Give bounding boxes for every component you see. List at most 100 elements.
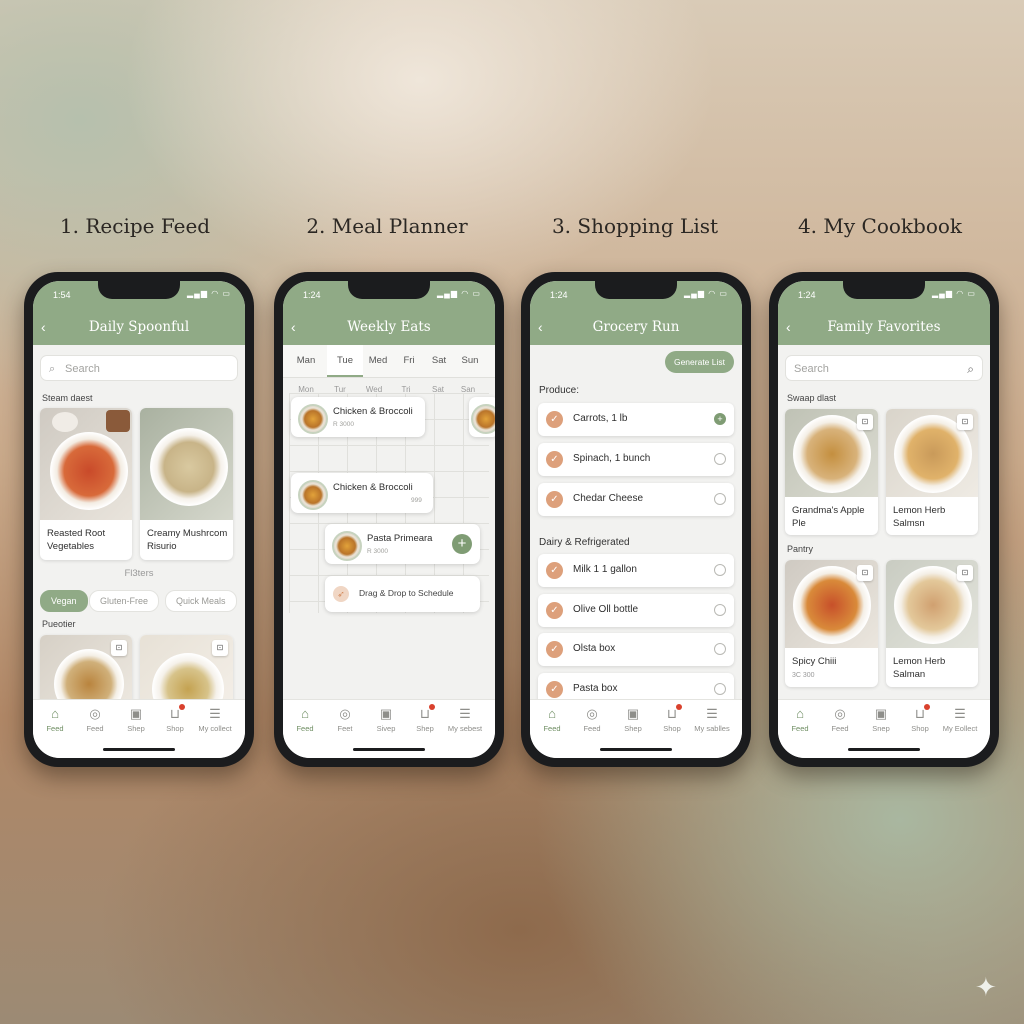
filter-chip-vegan[interactable]: Vegan xyxy=(40,590,88,612)
generate-list-button[interactable]: Generate List xyxy=(664,351,734,373)
section-label: Swaap dlast xyxy=(787,393,837,403)
bookmark-icon[interactable]: ⊡ xyxy=(111,640,127,656)
day-tab[interactable]: Med xyxy=(363,355,393,366)
tab-my-collection[interactable]: ☰ My sablles xyxy=(692,706,732,733)
tab-feed-2[interactable]: ◎ Feed xyxy=(75,706,115,733)
tab-shop[interactable]: ⊔ Shop xyxy=(900,704,940,733)
meal-card[interactable]: Chicken & Broccoli 999 xyxy=(291,473,433,513)
meal-card-partial[interactable] xyxy=(469,397,495,437)
recipe-card[interactable]: ⊡ Lemon Herb Salmsn xyxy=(886,409,978,535)
status-icons: ▂▄▆ ◠ ▭ xyxy=(187,289,231,298)
toggle-radio[interactable] xyxy=(714,453,726,465)
shopping-item[interactable]: ✓ Chedar Cheese xyxy=(538,483,734,516)
tab-my-collection[interactable]: ☰ My Eollect xyxy=(940,706,980,733)
notch xyxy=(843,281,925,299)
recipe-card[interactable]: Reasted Root Vegetables xyxy=(40,408,132,560)
item-name: Carrots, 1 lb xyxy=(573,413,628,424)
cart-icon: ⊔ xyxy=(666,706,678,721)
recipe-image xyxy=(40,408,132,520)
bookmark-icon[interactable]: ⊡ xyxy=(212,640,228,656)
shopping-item[interactable]: ✓ Carrots, 1 lb + xyxy=(538,403,734,436)
tab-bar: ⌂ Feed ◎ Feed ▣ Shep ⊔ Shop ☰ My sablles xyxy=(530,699,742,758)
bookmark-icon[interactable]: ⊡ xyxy=(857,414,873,430)
tab-feed[interactable]: ⌂ Feed xyxy=(780,706,820,733)
cart-icon: ⊔ xyxy=(914,706,926,721)
recipe-meta: 3C 300 xyxy=(792,672,815,679)
toggle-radio[interactable] xyxy=(714,643,726,655)
day-tab[interactable]: Fri xyxy=(394,355,424,366)
filter-chip-quick-meals[interactable]: Quick Meals xyxy=(165,590,237,612)
shopping-item[interactable]: ✓ Olsta box xyxy=(538,633,734,666)
search-input[interactable]: ⌕ Search xyxy=(40,355,238,381)
tab-feed-2[interactable]: ◎ Feed xyxy=(820,706,860,733)
globe-icon: ◎ xyxy=(89,706,101,721)
filter-chip-gluten-free[interactable]: Gluten-Free xyxy=(89,590,160,612)
tab-shop[interactable]: ⊔ Shop xyxy=(155,704,195,733)
day-tab[interactable]: Man xyxy=(291,355,321,366)
sparkle-icon: ✦ xyxy=(975,972,997,1002)
tab-snep[interactable]: ▣ Snep xyxy=(861,706,901,733)
notch xyxy=(595,281,677,299)
meal-card[interactable]: Pasta Primeara R 3000 + xyxy=(325,524,480,564)
item-name: Spinach, 1 bunch xyxy=(573,453,651,464)
tab-feet[interactable]: ◎ Feet xyxy=(325,706,365,733)
status-time: 1:54 xyxy=(53,290,71,300)
bookmark-icon[interactable]: ⊡ xyxy=(957,414,973,430)
check-icon[interactable]: ✓ xyxy=(546,491,563,508)
check-icon[interactable]: ✓ xyxy=(546,451,563,468)
drag-drop-hint[interactable]: ➶ Drag & Drop to Schedule xyxy=(325,576,480,612)
drag-icon: ➶ xyxy=(333,586,349,602)
toggle-radio[interactable] xyxy=(714,493,726,505)
tab-feed[interactable]: ⌂ Feed xyxy=(532,706,572,733)
recipe-card[interactable]: Creamy Mushrcom Risurio xyxy=(140,408,233,560)
tab-shep[interactable]: ▣ Shep xyxy=(613,706,653,733)
shopping-item[interactable]: ✓ Olive Oll bottle xyxy=(538,594,734,627)
bookmark-icon[interactable]: ⊡ xyxy=(957,565,973,581)
day-tab[interactable]: Sat xyxy=(424,355,454,366)
recipe-image xyxy=(140,408,233,520)
tab-shep[interactable]: ▣ Shep xyxy=(116,706,156,733)
shopping-item[interactable]: ✓ Milk 1 1 gallon xyxy=(538,554,734,587)
app-title: Daily Spoonful xyxy=(88,319,190,335)
check-icon[interactable]: ✓ xyxy=(546,602,563,619)
tab-feed[interactable]: ⌂ Feed xyxy=(35,706,75,733)
recipe-caption: Spicy Chiii xyxy=(792,656,837,667)
tab-label: My sablles xyxy=(694,724,730,733)
tab-feed[interactable]: ⌂ Feed xyxy=(285,706,325,733)
meal-card[interactable]: Chicken & Broccoli R 3000 xyxy=(291,397,425,437)
recipe-card[interactable]: ⊡ Lemon Herb Salman xyxy=(886,560,978,687)
tab-my-collection[interactable]: ☰ My sebest xyxy=(445,706,485,733)
search-input[interactable]: Search ⌕ xyxy=(785,355,983,381)
toggle-radio[interactable] xyxy=(714,564,726,576)
toggle-radio[interactable] xyxy=(714,683,726,695)
day-tab-active[interactable]: Tue xyxy=(327,345,363,377)
tab-shop[interactable]: ⊔ Shop xyxy=(652,704,692,733)
check-icon[interactable]: ✓ xyxy=(546,411,563,428)
search-icon[interactable]: ⌕ xyxy=(967,356,974,382)
tab-label: Feed xyxy=(296,724,314,733)
tab-shep[interactable]: ⊔ Shep xyxy=(405,704,445,733)
day-tab[interactable]: Sun xyxy=(455,355,485,366)
tab-sivep[interactable]: ▣ Sivep xyxy=(366,706,406,733)
meal-meta: 999 xyxy=(411,497,422,504)
check-icon[interactable]: ✓ xyxy=(546,641,563,658)
tab-label: Feet xyxy=(337,724,353,733)
recipe-card[interactable]: ⊡ Grandma's Apple Ple xyxy=(785,409,878,535)
toggle-radio[interactable] xyxy=(714,604,726,616)
item-name: Olive Oll bottle xyxy=(573,604,639,615)
check-icon[interactable]: ✓ xyxy=(546,562,563,579)
tab-label: Shep xyxy=(127,724,145,733)
tab-my-collection[interactable]: ☰ My collect xyxy=(195,706,235,733)
add-meal-button[interactable]: + xyxy=(452,534,472,554)
phone-meal-planner: 1:24 ▂▄▆ ◠ ▭ ‹ Weekly Eats Man Tue Med F… xyxy=(274,272,504,767)
home-icon: ⌂ xyxy=(51,706,59,721)
phone-recipe-feed: 1:54 ▂▄▆ ◠ ▭ ‹ Daily Spoonful ⌕ Search S… xyxy=(24,272,254,767)
search-placeholder: Search xyxy=(65,363,100,375)
tab-label: Shop xyxy=(663,724,681,733)
shopping-item[interactable]: ✓ Spinach, 1 bunch xyxy=(538,443,734,476)
toggle-radio[interactable]: + xyxy=(714,413,726,425)
bookmark-icon[interactable]: ⊡ xyxy=(857,565,873,581)
check-icon[interactable]: ✓ xyxy=(546,681,563,698)
tab-feed-2[interactable]: ◎ Feed xyxy=(572,706,612,733)
recipe-card[interactable]: ⊡ Spicy Chiii 3C 300 xyxy=(785,560,878,687)
